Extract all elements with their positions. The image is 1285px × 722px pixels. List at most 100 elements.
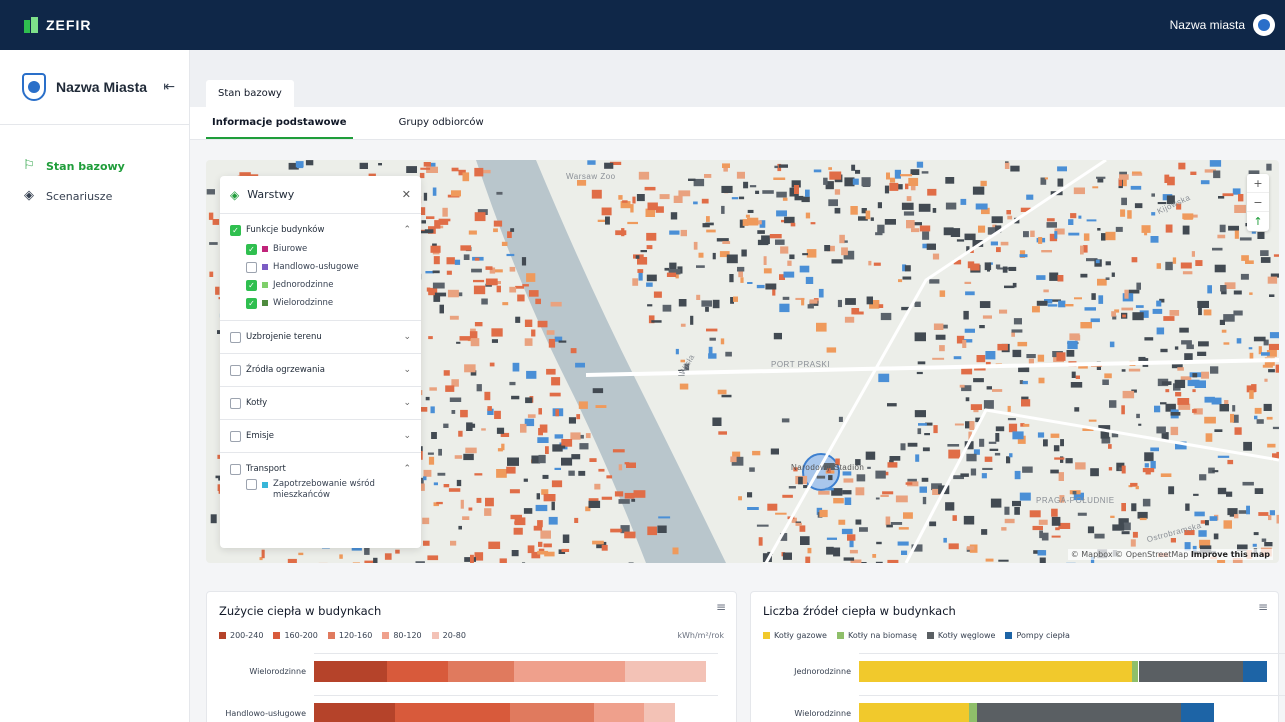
layer-item-wielorodzinne[interactable]: ✓ Wielorodzinne — [246, 294, 411, 312]
layer-group-toggle[interactable]: Kotły ⌄ — [230, 395, 411, 411]
bar-segment[interactable] — [1138, 661, 1243, 682]
checkbox[interactable] — [230, 397, 241, 409]
bar-segment[interactable] — [859, 703, 970, 722]
chevron-down-icon[interactable]: ⌄ — [403, 398, 411, 408]
layer-group-toggle[interactable]: Uzbrojenie terenu ⌄ — [230, 329, 411, 345]
building-footprint — [907, 442, 918, 447]
building-footprint — [706, 229, 716, 233]
checkbox[interactable]: ✓ — [246, 297, 257, 309]
building-footprint — [1182, 271, 1193, 275]
chevron-down-icon[interactable]: ⌄ — [403, 431, 411, 441]
bar-segment[interactable] — [1242, 661, 1267, 682]
bar-segment[interactable] — [448, 661, 514, 682]
building-footprint — [1276, 514, 1279, 524]
legend-item[interactable]: 160-200 — [273, 631, 318, 640]
checkbox[interactable] — [230, 430, 241, 442]
chevron-up-icon[interactable]: ⌃ — [403, 225, 411, 235]
zoom-in-button[interactable]: + — [1247, 174, 1269, 193]
tab-grupy-odbiorcow[interactable]: Grupy odbiorców — [393, 107, 490, 139]
building-footprint — [1121, 307, 1133, 311]
bar-segment[interactable] — [977, 703, 1182, 722]
layer-group-toggle[interactable]: ✓ Funkcje budynków ⌃ — [230, 222, 411, 238]
checkbox[interactable]: ✓ — [246, 279, 257, 291]
sidebar-item-stan-bazowy[interactable]: ⚐ Stan bazowy — [0, 151, 189, 181]
building-footprint — [878, 304, 884, 308]
menu-icon[interactable]: ≡ — [1258, 600, 1268, 614]
collapse-sidebar-icon[interactable]: ⇤ — [163, 79, 175, 95]
map-attribution[interactable]: © Mapbox © OpenStreetMap Improve this ma… — [1067, 549, 1273, 560]
sidebar-item-scenariusze[interactable]: ◈ Scenariusze — [0, 181, 189, 211]
chevron-down-icon[interactable]: ⌄ — [403, 332, 411, 342]
tab-stan-bazowy[interactable]: Stan bazowy — [206, 80, 294, 107]
bar-segment[interactable] — [314, 703, 395, 722]
building-footprint — [481, 298, 488, 305]
layer-group-toggle[interactable]: Emisje ⌄ — [230, 428, 411, 444]
building-footprint — [496, 191, 503, 195]
bar-segment[interactable] — [513, 661, 626, 682]
avatar[interactable] — [1253, 14, 1275, 36]
building-footprint — [1182, 213, 1194, 220]
layer-group-toggle[interactable]: Źródła ogrzewania ⌄ — [230, 362, 411, 378]
building-footprint — [434, 220, 441, 229]
bar-segment[interactable] — [644, 703, 675, 722]
layer-item-zapotrzebowanie[interactable]: Zapotrzebowanie wśród mieszkańców — [246, 479, 411, 501]
bar-segment[interactable] — [394, 703, 510, 722]
legend-item[interactable]: 120-160 — [327, 631, 372, 640]
compass-button[interactable]: ↑ — [1247, 212, 1269, 231]
legend-item[interactable]: 80-120 — [382, 631, 422, 640]
checkbox[interactable]: ✓ — [246, 243, 257, 255]
legend-item[interactable]: 200-240 — [219, 631, 263, 640]
building-footprint — [1182, 225, 1190, 235]
bar-segment[interactable] — [509, 703, 595, 722]
map-view[interactable]: Wisła PORT PRASKI Narodowy Stadion PRAGA… — [206, 160, 1279, 563]
building-footprint — [423, 540, 430, 546]
layer-item-jednorodzinne[interactable]: ✓ Jednorodzinne — [246, 276, 411, 294]
building-footprint — [1037, 432, 1045, 438]
checkbox[interactable]: ✓ — [230, 224, 241, 236]
building-footprint — [842, 471, 852, 476]
building-footprint — [456, 341, 461, 344]
legend-item[interactable]: Kotły gazowe — [763, 631, 827, 640]
menu-icon[interactable]: ≡ — [716, 600, 726, 614]
bar-segment[interactable] — [1181, 703, 1214, 722]
checkbox[interactable] — [230, 331, 241, 343]
chevron-down-icon[interactable]: ⌄ — [403, 365, 411, 375]
building-footprint — [969, 421, 975, 430]
layer-item-handlowo-uslugowe[interactable]: Handlowo-usługowe — [246, 258, 411, 276]
building-footprint — [680, 323, 686, 327]
building-footprint — [1110, 515, 1115, 518]
layer-group-toggle[interactable]: Transport ⌃ — [230, 461, 411, 477]
checkbox[interactable] — [230, 364, 241, 376]
checkbox[interactable] — [246, 479, 257, 490]
building-footprint — [767, 503, 778, 511]
checkbox[interactable] — [246, 261, 257, 273]
building-footprint — [886, 524, 893, 528]
checkbox[interactable] — [230, 463, 241, 475]
building-footprint — [855, 487, 865, 496]
building-footprint — [423, 192, 428, 201]
bar-segment[interactable] — [387, 661, 449, 682]
bar-segment[interactable] — [314, 661, 387, 682]
close-icon[interactable]: ✕ — [402, 188, 411, 201]
improve-map-link[interactable]: Improve this map — [1191, 550, 1270, 559]
app-logo[interactable]: ZEFIR — [24, 17, 91, 33]
tab-informacje-podstawowe[interactable]: Informacje podstawowe — [206, 107, 353, 139]
legend-item[interactable]: Kotły węglowe — [926, 631, 996, 640]
bar-segment[interactable] — [625, 661, 706, 682]
bar-segment[interactable] — [969, 703, 978, 722]
building-footprint — [618, 464, 623, 471]
bar-segment[interactable] — [594, 703, 645, 722]
user-menu[interactable]: Nazwa miasta — [1170, 14, 1275, 36]
layer-item-biurowe[interactable]: ✓ Biurowe — [246, 240, 411, 258]
bar-segment[interactable] — [859, 661, 1133, 682]
legend-item[interactable]: Kotły na biomasę — [836, 631, 917, 640]
building-footprint — [651, 320, 662, 323]
building-footprint — [747, 217, 759, 226]
building-footprint — [981, 529, 988, 535]
zoom-out-button[interactable]: − — [1247, 193, 1269, 212]
legend-item[interactable]: Pompy ciepła — [1005, 631, 1070, 640]
chevron-up-icon[interactable]: ⌃ — [403, 464, 411, 474]
legend-item[interactable]: 20-80 — [431, 631, 466, 640]
legend-label: Kotły węglowe — [937, 631, 996, 640]
building-footprint — [790, 222, 796, 227]
